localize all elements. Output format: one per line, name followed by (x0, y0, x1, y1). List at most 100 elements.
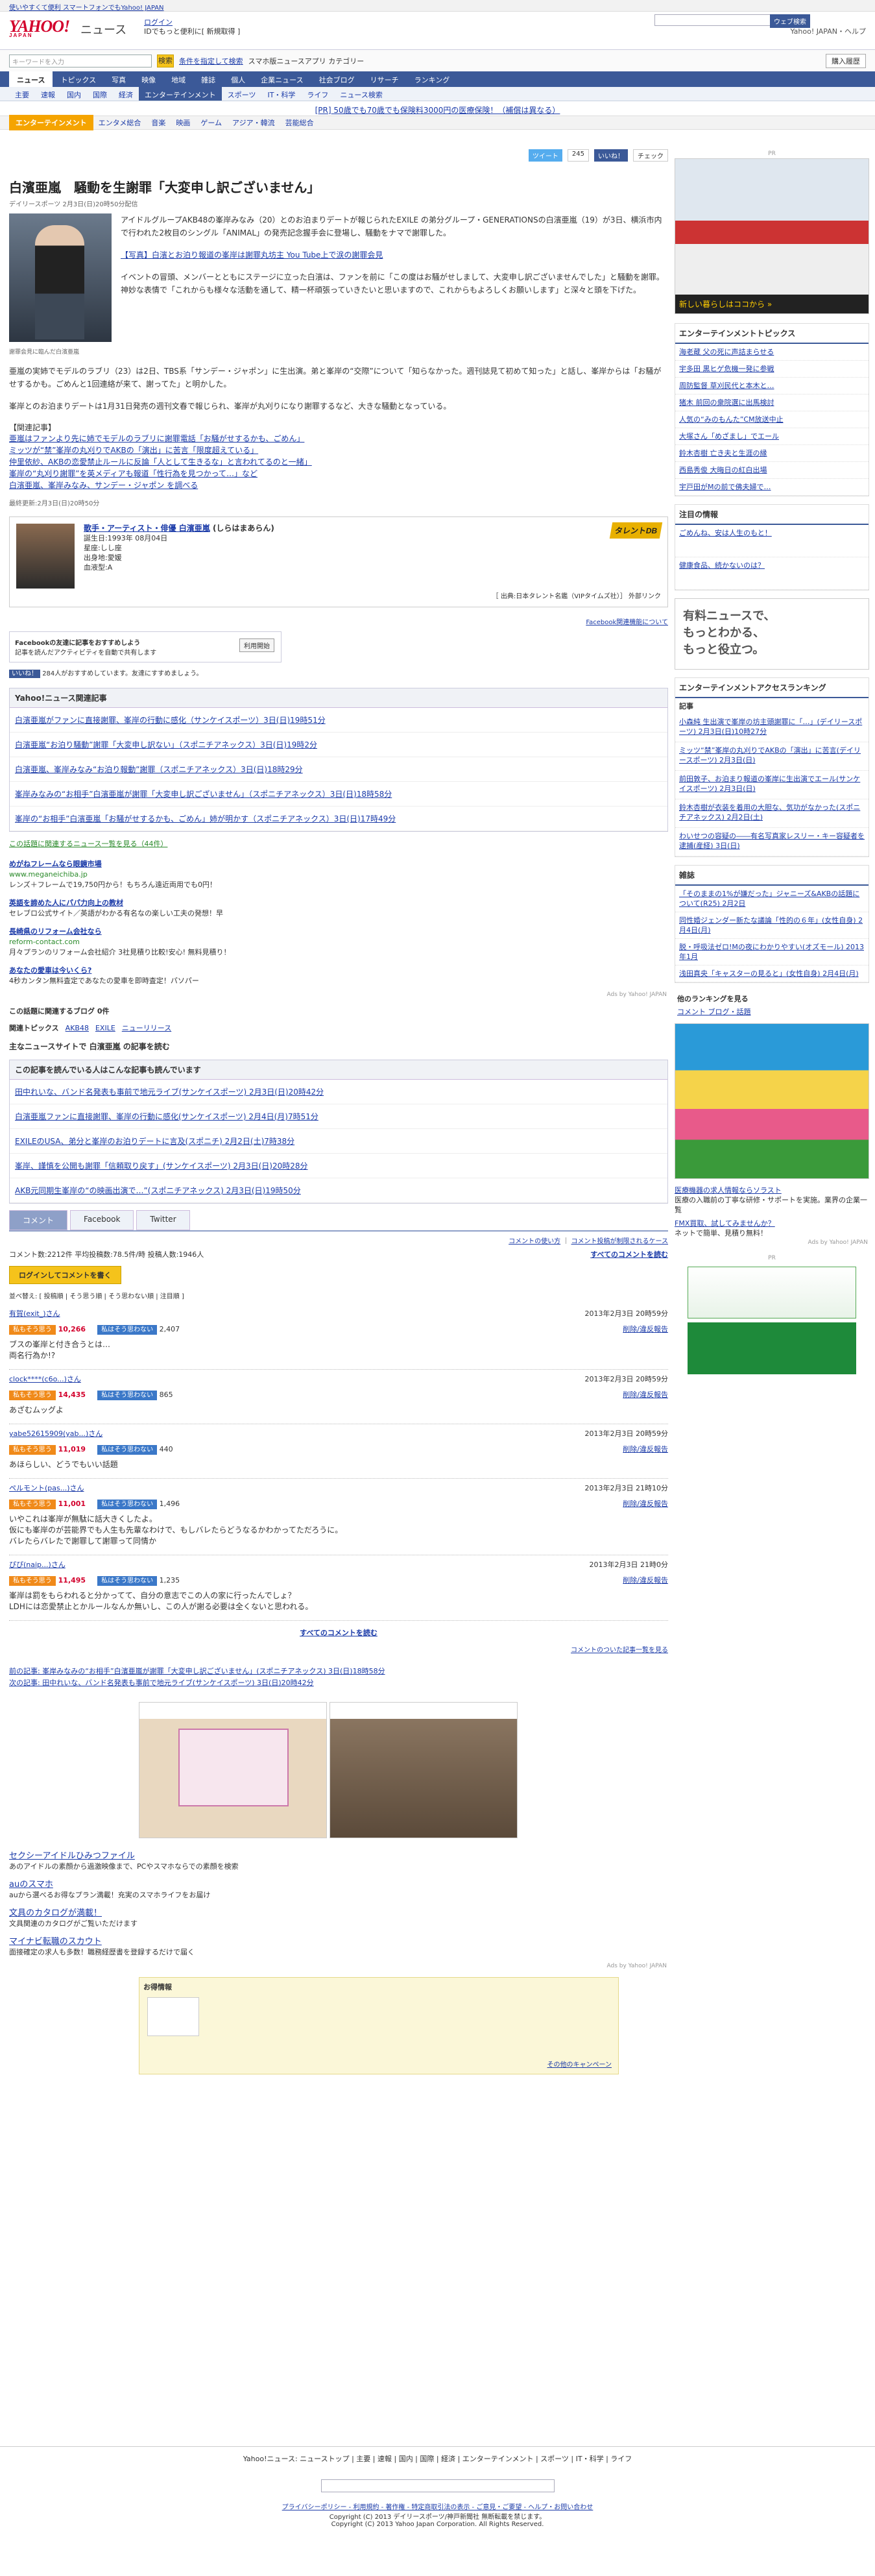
login-link[interactable]: ログイン (144, 18, 173, 27)
article-photo[interactable] (9, 213, 112, 342)
bottom-ad-title[interactable]: マイナビ転職のスカウト (9, 1937, 668, 1947)
category-item[interactable]: アジア・韓流 (227, 117, 280, 128)
ad-title[interactable]: 英語を諦めた人にパパ力向上の教材 (9, 898, 668, 908)
next-article-link[interactable]: 次の記事: 田中れいな、バンド名発表も事前で地元ライブ(サンケイスポーツ) 3日… (9, 1677, 668, 1689)
notice-link[interactable]: 使いやすくて便利 スマートフォンでもYahoo! JAPAN (9, 5, 164, 12)
check-button[interactable]: チェック (633, 149, 668, 162)
side-ad1-title[interactable]: 医療機器の求人情報ならソラスト (675, 1185, 869, 1195)
side-ranking-item[interactable]: 西島秀俊 大晦日の紅白出場 (675, 462, 869, 479)
nav-main-item[interactable]: 企業ニュース (253, 71, 311, 87)
vote-no-button[interactable]: 私はそう思わない (97, 1576, 158, 1586)
side-magazine-item[interactable]: 「そのままの1%が嫌だった」ジャニーズ&AKBの話題について(R25) 2月2日 (675, 886, 869, 912)
vote-no-button[interactable]: 私はそう思わない (97, 1445, 158, 1455)
nav-main-item[interactable]: リサーチ (363, 71, 407, 87)
housing-ad[interactable] (139, 1702, 668, 1838)
side-notice-item[interactable]: 健康食品、続かないのは？ (675, 557, 869, 590)
category-item[interactable]: 芸能総合 (280, 117, 319, 128)
fb-like-button[interactable]: いいね！ (9, 670, 40, 678)
also-read-item[interactable]: 田中れいな、バンド名発表も事前で地元ライブ(サンケイスポーツ) 2月3日(日)2… (10, 1080, 667, 1104)
login-to-comment-button[interactable]: ログインしてコメントを書く (9, 1266, 121, 1284)
vote-no-button[interactable]: 私はそう思わない (97, 1325, 158, 1335)
side-access-item[interactable]: 鈴木杏樹が衣装を着用の大胆な、気功がなかった(スポニチアネックス) 2月2日(土… (675, 799, 869, 828)
comment-report-link[interactable]: コメント投稿が制限されるケース (571, 1238, 669, 1245)
top-notice[interactable]: 使いやすくて便利 スマートフォンでもYahoo! JAPAN (0, 0, 875, 12)
related-link[interactable]: 亜嵐はファンより先に姉でモデルのラブリに謝罪電話「お騒がせするかも、ごめん」 (9, 433, 668, 444)
also-read-item[interactable]: 白濱亜嵐ファンに直接謝罪、峯岸の行動に感化(サンケイスポーツ) 2月4日(月)7… (10, 1104, 667, 1129)
also-read-item[interactable]: AKB元同期生峯岸の“の映画出演で…”(スポニチアネックス) 2月3日(日)19… (10, 1178, 667, 1203)
pr-link[interactable]: [PR] 50歳でも70歳でも保険料3000円の医療保険！（補償は異なる） (315, 106, 560, 115)
footer-legal[interactable]: プライバシーポリシー - 利用規約 - 著作権 - 特定商取引法の表示 - ご意… (0, 2501, 875, 2511)
nav-sub-item[interactable]: 速報 (35, 87, 61, 101)
side-ad2-title[interactable]: FMX買取、試してみませんか？ (675, 1219, 869, 1228)
side-ranking-item[interactable]: 海老蔵 父の死に声詰まらせる (675, 344, 869, 361)
nav-main-item[interactable]: トピックス (53, 71, 104, 87)
like-button[interactable]: いいね！ (594, 149, 628, 162)
category-label[interactable]: エンターテインメント (9, 115, 93, 130)
top-search-input[interactable] (654, 14, 771, 26)
bottom-ad-title[interactable]: auのスマホ (9, 1880, 668, 1890)
comment-user[interactable]: ぴぴ(naip...)さん (9, 1559, 66, 1570)
top-search-button[interactable]: ウェブ検索 (770, 14, 810, 28)
related-link[interactable]: 白濱亜嵐、峯岸みなみ、サンデー・ジャポン を調べる (9, 480, 668, 491)
nav-main-item[interactable]: 映像 (134, 71, 163, 87)
side-card-ad[interactable] (688, 1322, 856, 1374)
prev-article-link[interactable]: 前の記事: 峯岸みなみの“お相手”白濱亜嵐が謝罪「大変申し訳ございません」(スポ… (9, 1666, 668, 1677)
floorplan-ad[interactable] (139, 1702, 327, 1838)
comment-user[interactable]: clock****(c6o...)さん (9, 1374, 81, 1384)
side-access-item[interactable]: わいせつの容疑の――有名写真家レスリー・キー容疑者を逮捕(産経) 3日(日) (675, 828, 869, 857)
comment-tab[interactable]: Twitter (136, 1210, 190, 1230)
footer-search-input[interactable] (320, 2479, 555, 2492)
nav-sub-item[interactable]: ライフ (301, 87, 334, 101)
side-notice-item[interactable]: ごめんね、安は人生のもと！ (675, 525, 869, 557)
side-ranking-item[interactable]: 猪木 前回の衆院選に出馬検討 (675, 395, 869, 411)
comment-report-link[interactable]: 削除/違反報告 (623, 1575, 668, 1585)
talent-db-logo[interactable]: タレントDB (609, 522, 663, 539)
side-bank-ad[interactable] (688, 1267, 856, 1318)
footer-links[interactable]: Yahoo!ニュース: ニューストップ | 主要 | 速報 | 国内 | 国際 … (0, 2446, 875, 2470)
fb-start-button[interactable]: 利用開始 (239, 638, 274, 652)
vote-no-button[interactable]: 私はそう思わない (97, 1500, 158, 1509)
bottom-ad-title[interactable]: セクシーアイドルひみつファイル (9, 1851, 668, 1862)
bottom-ad-title[interactable]: 文具のカタログが満載！ (9, 1908, 668, 1919)
side-ranking-item[interactable]: 宇戸田がMの前で佛夫婦で… (675, 479, 869, 496)
nav-main-item[interactable]: 個人 (223, 71, 253, 87)
side-ranking-item[interactable]: 大塚さん「めざまし」でエール (675, 428, 869, 445)
comment-report-link[interactable]: 削除/違反報告 (623, 1498, 668, 1509)
topic-link[interactable]: ニューリリース (122, 1024, 171, 1032)
ad-title[interactable]: あなたの愛車は今いくら? (9, 966, 668, 976)
topic-link[interactable]: AKB48 (66, 1024, 89, 1032)
nav-sub-item[interactable]: 国際 (87, 87, 113, 101)
nav-sub-item[interactable]: 国内 (61, 87, 87, 101)
vote-yes-button[interactable]: 私もそう思う (9, 1445, 56, 1455)
search-input[interactable]: キーワードを入力 (9, 54, 152, 67)
nav-main-item[interactable]: 雑誌 (193, 71, 223, 87)
deals-more-link[interactable]: その他のキャンペーン (547, 2059, 612, 2069)
side-other-links[interactable]: コメント ブログ・話題 (675, 1006, 869, 1023)
related-more-link[interactable]: この話題に関連するニュース一覧を見る（44件） (9, 838, 668, 849)
comment-list-link[interactable]: コメントのついた記事一覧を見る (9, 1644, 668, 1654)
related-news-item[interactable]: 白濱亜嵐、峯岸みなみ“お泊り報動”謝罪（スポニチアネックス）3日(日)18時29… (10, 757, 667, 782)
purchase-history-button[interactable]: 購入履歴 (826, 53, 866, 68)
nav-sub-item[interactable]: スポーツ (222, 87, 262, 101)
category-item[interactable]: エンタメ総合 (93, 117, 147, 128)
category-item[interactable]: 音楽 (146, 117, 171, 128)
read-all-comments-link[interactable]: すべてのコメントを読む (590, 1249, 668, 1259)
vote-yes-button[interactable]: 私もそう思う (9, 1325, 56, 1335)
also-read-item[interactable]: EXILEのUSA、弟分と峯岸のお泊りデートに言及(スポニチ) 2月2日(土)7… (10, 1129, 667, 1154)
comment-tab[interactable]: Facebook (70, 1210, 134, 1230)
comment-user[interactable]: yabe52615909(yab...)さん (9, 1428, 102, 1439)
side-ranking-item[interactable]: 宇多田 黒ヒゲ危機一発に参戦 (675, 361, 869, 378)
vote-yes-button[interactable]: 私もそう思う (9, 1576, 56, 1586)
related-news-item[interactable]: 白濱亜嵐がファンに直接謝罪、峯岸の行動に感化（サンケイスポーツ）3日(日)19時… (10, 708, 667, 733)
comment-user[interactable]: ペルモント(pas...)さん (9, 1483, 84, 1493)
related-news-item[interactable]: 峯岸みなみの“お相手”白濱亜嵐が謝罪「大変申し訳ございません」（スポニチアネック… (10, 782, 667, 807)
mainsite-link[interactable]: 主なニュースサイトで 白濱亜嵐 の記事を読む (9, 1041, 668, 1052)
side-tulip-ad[interactable] (675, 1023, 869, 1179)
side-access-item[interactable]: ミッツ“禁”峯岸の丸刈りでAKBの「演出」に苦言(デイリースポーツ) 2月3日(… (675, 742, 869, 771)
comment-user[interactable]: 有賀(exit_)さん (9, 1308, 60, 1318)
side-magazine-item[interactable]: 脱・呼吸法ゼロ!Mの夜にわかりやすい(オズモール) 2013年1月 (675, 939, 869, 966)
profile-source[interactable]: ［ 出典:日本タレント名鑑（VIPタイムズ社）］ 外部リンク (492, 590, 661, 600)
nav-main-item[interactable]: ランキング (407, 71, 458, 87)
side-magazine-item[interactable]: 浅田真央「キャスターの見ると」(女性自身) 2月4日(月) (675, 966, 869, 982)
topic-link[interactable]: EXILE (95, 1024, 115, 1032)
